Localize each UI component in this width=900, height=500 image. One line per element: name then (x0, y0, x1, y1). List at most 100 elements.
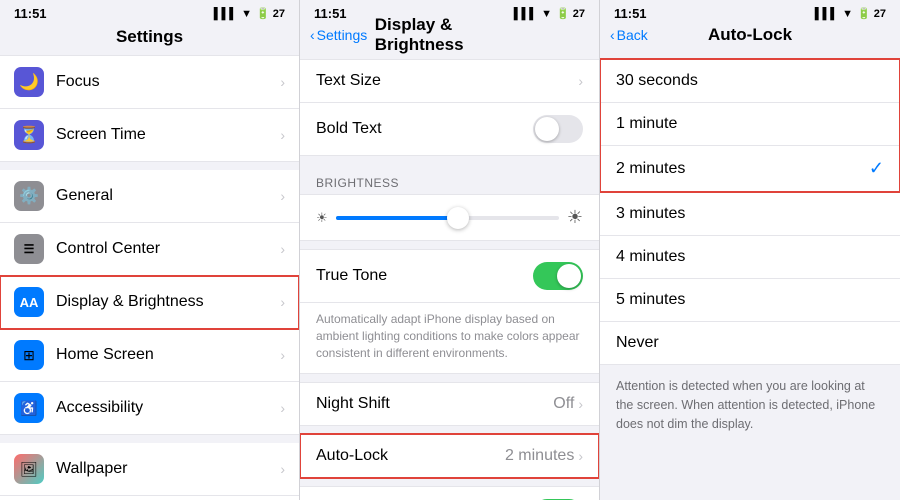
settings-item-home-screen[interactable]: ⊞ Home Screen › (0, 329, 299, 382)
brightness-fill (336, 216, 459, 220)
other-options-group: 3 minutes 4 minutes 5 minutes Never (600, 192, 900, 365)
accessibility-icon: ♿ (14, 393, 44, 423)
auto-lock-4min[interactable]: 4 minutes (600, 236, 900, 279)
night-shift-label: Night Shift (316, 395, 553, 413)
status-icons-1: ▌▌▌ ▼ 🔋 27 (214, 7, 285, 20)
settings-panel: 11:51 ▌▌▌ ▼ 🔋 27 Settings 🌙 Focus › ⏳ Sc… (0, 0, 300, 500)
auto-lock-scroll: 30 seconds 1 minute 2 minutes ✓ 3 minute… (600, 51, 900, 500)
back-button-3[interactable]: ‹ Back (610, 27, 648, 43)
back-button-2[interactable]: ‹ Settings (310, 27, 367, 43)
4min-label: 4 minutes (616, 248, 884, 266)
focus-label: Focus (56, 73, 280, 91)
text-size-row[interactable]: Text Size › (300, 59, 599, 103)
settings-item-accessibility[interactable]: ♿ Accessibility › (0, 382, 299, 435)
auto-lock-1min[interactable]: 1 minute (600, 103, 900, 146)
auto-lock-title: Auto-Lock (708, 25, 792, 45)
wallpaper-label: Wallpaper (56, 460, 280, 478)
control-center-chevron: › (280, 241, 285, 257)
settings-list: 🌙 Focus › ⏳ Screen Time › ⚙️ General › ☰… (0, 55, 299, 500)
settings-item-focus[interactable]: 🌙 Focus › (0, 55, 299, 109)
signal-icon: ▌▌▌ (214, 8, 237, 20)
brightness-section-label: BRIGHTNESS (300, 164, 599, 194)
settings-item-display-brightness[interactable]: AA Display & Brightness › (0, 276, 299, 329)
bold-text-toggle[interactable] (533, 115, 583, 143)
brightness-low-icon: ☀ (316, 210, 328, 226)
never-label: Never (616, 334, 884, 352)
back-label-3: Back (617, 27, 648, 43)
attention-note: Attention is detected when you are looki… (600, 365, 900, 445)
time-2: 11:51 (314, 6, 347, 21)
bold-text-row[interactable]: Bold Text (300, 103, 599, 156)
battery-icon-2: 🔋 27 (556, 7, 585, 20)
auto-lock-nav: ‹ Back Auto-Lock (600, 25, 900, 51)
auto-lock-panel: 11:51 ▌▌▌ ▼ 🔋 27 ‹ Back Auto-Lock 30 sec… (600, 0, 900, 500)
display-brightness-label: Display & Brightness (56, 293, 280, 311)
settings-item-siri-search[interactable]: ◉ Siri & Search › (0, 496, 299, 500)
bold-text-label: Bold Text (316, 120, 533, 138)
control-center-label: Control Center (56, 240, 280, 258)
wifi-icon: ▼ (241, 8, 252, 20)
5min-label: 5 minutes (616, 291, 884, 309)
night-shift-row[interactable]: Night Shift Off › (300, 382, 599, 426)
2min-checkmark: ✓ (869, 158, 884, 179)
night-shift-chevron: › (578, 396, 583, 412)
auto-lock-3min[interactable]: 3 minutes (600, 192, 900, 236)
display-brightness-icon: AA (14, 287, 44, 317)
general-icon: ⚙️ (14, 181, 44, 211)
display-brightness-nav: ‹ Settings Display & Brightness (300, 25, 599, 51)
display-brightness-chevron: › (280, 294, 285, 310)
text-size-label: Text Size (316, 72, 578, 90)
battery-icon: 🔋 27 (256, 7, 285, 20)
status-icons-3: ▌▌▌ ▼ 🔋 27 (815, 7, 886, 20)
true-tone-label: True Tone (316, 267, 533, 285)
wallpaper-chevron: › (280, 461, 285, 477)
home-screen-icon: ⊞ (14, 340, 44, 370)
auto-lock-chevron: › (578, 448, 583, 464)
focus-icon: 🌙 (14, 67, 44, 97)
time-3: 11:51 (614, 6, 647, 21)
general-label: General (56, 187, 280, 205)
auto-lock-never[interactable]: Never (600, 322, 900, 365)
home-screen-label: Home Screen (56, 346, 280, 364)
general-chevron: › (280, 188, 285, 204)
brightness-thumb[interactable] (447, 207, 469, 229)
settings-item-control-center[interactable]: ☰ Control Center › (0, 223, 299, 276)
screen-time-icon: ⏳ (14, 120, 44, 150)
raise-to-wake-row[interactable]: Raise to Wake (300, 486, 599, 500)
auto-lock-2min[interactable]: 2 minutes ✓ (600, 146, 900, 192)
settings-item-screen-time[interactable]: ⏳ Screen Time › (0, 109, 299, 162)
brightness-track[interactable] (336, 216, 559, 220)
display-brightness-scroll: Text Size › Bold Text BRIGHTNESS ☀ (300, 51, 599, 500)
highlighted-options-group: 30 seconds 1 minute 2 minutes ✓ (600, 59, 900, 192)
battery-icon-3: 🔋 27 (857, 7, 886, 20)
auto-lock-5min[interactable]: 5 minutes (600, 279, 900, 322)
focus-chevron: › (280, 74, 285, 90)
brightness-slider-row[interactable]: ☀ ☀ (300, 194, 599, 241)
accessibility-chevron: › (280, 400, 285, 416)
auto-lock-row[interactable]: Auto-Lock 2 minutes › (300, 434, 599, 478)
true-tone-toggle-thumb (557, 264, 581, 288)
30sec-label: 30 seconds (616, 72, 884, 90)
brightness-high-icon: ☀ (567, 207, 583, 228)
auto-lock-label: Auto-Lock (316, 447, 505, 465)
auto-lock-30sec[interactable]: 30 seconds (600, 59, 900, 103)
control-center-icon: ☰ (14, 234, 44, 264)
signal-icon-3: ▌▌▌ (815, 8, 838, 20)
settings-item-general[interactable]: ⚙️ General › (0, 170, 299, 223)
settings-title: Settings (0, 25, 299, 55)
screen-time-label: Screen Time (56, 126, 280, 144)
true-tone-row[interactable]: True Tone (300, 249, 599, 303)
settings-item-wallpaper[interactable]: 🖼 Wallpaper › (0, 443, 299, 496)
true-tone-toggle[interactable] (533, 262, 583, 290)
text-size-chevron: › (578, 73, 583, 89)
status-icons-2: ▌▌▌ ▼ 🔋 27 (514, 7, 585, 20)
screen-time-chevron: › (280, 127, 285, 143)
home-screen-chevron: › (280, 347, 285, 363)
back-chevron-2: ‹ (310, 27, 315, 43)
true-tone-desc: Automatically adapt iPhone display based… (300, 303, 599, 374)
status-bar-1: 11:51 ▌▌▌ ▼ 🔋 27 (0, 0, 299, 25)
3min-label: 3 minutes (616, 205, 884, 223)
bold-text-toggle-thumb (535, 117, 559, 141)
1min-label: 1 minute (616, 115, 884, 133)
night-shift-value: Off (553, 395, 574, 413)
